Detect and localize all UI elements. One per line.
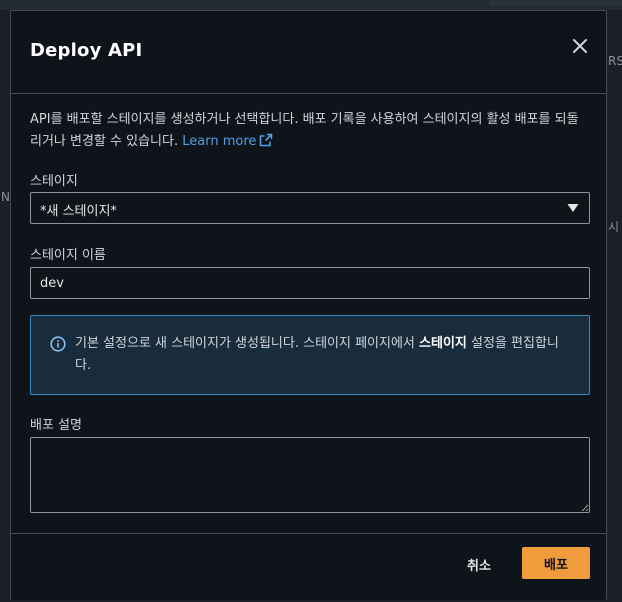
close-icon (573, 39, 587, 53)
stage-label: 스테이지 (30, 174, 78, 189)
info-text-bold: 스테이지 (419, 336, 467, 351)
modal-header: Deploy API (11, 11, 606, 94)
info-alert: 기본 설정으로 새 스테이지가 생성됩니다. 스테이지 페이지에서 스테이지 설… (30, 315, 590, 395)
caret-down-icon (567, 204, 579, 212)
modal-description: API를 배포할 스테이지를 생성하거나 선택합니다. 배포 기록을 사용하여 … (30, 109, 586, 153)
background-text: 시 (608, 220, 620, 234)
deployment-description-textarea[interactable] (30, 437, 590, 513)
deploy-api-modal: Deploy API API를 배포할 스테이지를 생성하거나 선택합니다. 배… (10, 10, 607, 600)
stage-select-value: *새 스테이지* (40, 204, 117, 219)
close-button[interactable] (568, 34, 592, 58)
learn-more-link[interactable]: Learn more (182, 133, 273, 149)
info-icon (50, 336, 66, 352)
info-alert-text: 기본 설정으로 새 스테이지가 생성됩니다. 스테이지 페이지에서 스테이지 설… (75, 333, 565, 377)
modal-title: Deploy API (30, 40, 143, 61)
deployment-description-label: 배포 설명 (30, 418, 82, 433)
cancel-button[interactable]: 취소 (459, 553, 499, 581)
description-text: API를 배포할 스테이지를 생성하거나 선택합니다. 배포 기록을 사용하여 … (30, 112, 579, 149)
background-panel (490, 0, 622, 6)
modal-footer: 취소 배포 (11, 533, 606, 602)
info-text-part: 기본 설정으로 새 스테이지가 생성됩니다. 스테이지 페이지에서 (75, 336, 420, 351)
background-text: RS (608, 54, 622, 68)
learn-more-label: Learn more (182, 134, 257, 149)
stage-name-label: 스테이지 이름 (30, 248, 106, 263)
stage-select[interactable]: *새 스테이지* (30, 192, 590, 224)
background-text: N (1, 190, 10, 204)
deploy-button[interactable]: 배포 (522, 547, 590, 579)
stage-name-input[interactable] (30, 267, 590, 299)
external-link-icon (260, 133, 273, 147)
